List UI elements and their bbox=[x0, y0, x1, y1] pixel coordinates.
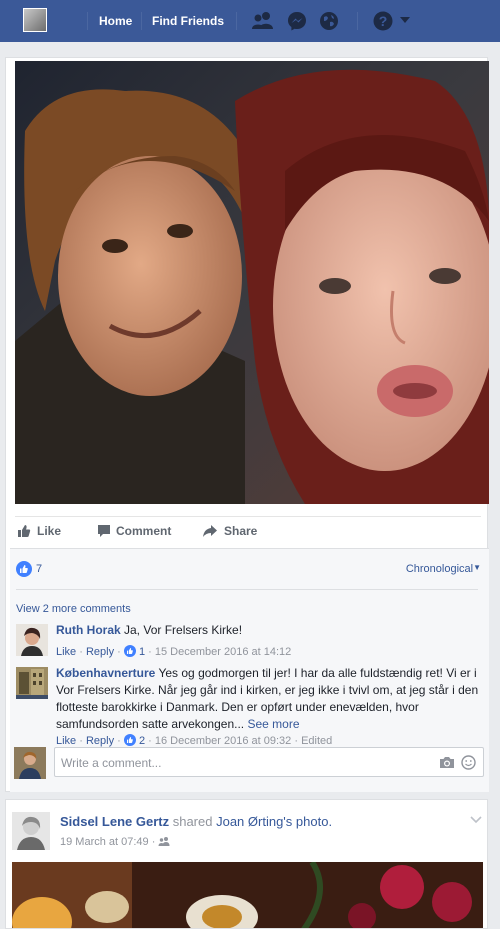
comment-body: Ruth Horak Ja, Vor Frelsers Kirke! bbox=[56, 622, 476, 639]
share-button[interactable]: Share bbox=[224, 524, 257, 538]
help-icon[interactable]: ? bbox=[372, 10, 394, 32]
post-action-bar: Like Comment Share bbox=[15, 516, 481, 547]
friend-requests-icon[interactable] bbox=[251, 10, 275, 30]
own-avatar[interactable] bbox=[14, 747, 46, 779]
news-feed: Like Comment Share 7 Chronological▼ View… bbox=[0, 42, 500, 929]
post-header: Sidsel Lene Gertz shared Joan Ørting's p… bbox=[60, 814, 332, 829]
comment-input[interactable]: Write a comment... bbox=[54, 747, 484, 777]
like-reaction-icon bbox=[16, 561, 32, 577]
svg-text:?: ? bbox=[379, 13, 388, 29]
post-meta: 19 March at 07:49 · bbox=[60, 836, 170, 848]
shared-photo-image bbox=[12, 862, 483, 928]
shared-photo[interactable] bbox=[12, 862, 483, 928]
sort-caret-icon: ▼ bbox=[473, 563, 481, 572]
comment-sort-dropdown[interactable]: Chronological▼ bbox=[406, 563, 481, 575]
comment-text: Yes og godmorgen til jer! I har da alle … bbox=[155, 666, 477, 680]
post-author[interactable]: Sidsel Lene Gertz bbox=[60, 814, 169, 829]
meta-separator: · bbox=[151, 836, 159, 848]
meta-separator: · bbox=[117, 646, 124, 658]
comment-reply-link[interactable]: Reply bbox=[86, 646, 114, 658]
photo-link[interactable]: photo. bbox=[296, 814, 332, 829]
emoji-icon[interactable] bbox=[461, 755, 476, 770]
comment-line: Vor Frelsers Kirke. Når jeg går ind i ki… bbox=[56, 683, 479, 697]
like-thumb-icon bbox=[18, 525, 31, 537]
comment-input-placeholder: Write a comment... bbox=[61, 756, 162, 770]
nav-divider bbox=[357, 12, 358, 30]
find-friends-link[interactable]: Find Friends bbox=[152, 14, 224, 28]
top-navigation-bar: Home Find Friends ? bbox=[0, 0, 500, 43]
comment-author[interactable]: Ruth Horak bbox=[56, 623, 121, 637]
view-more-comments-link[interactable]: View 2 more comments bbox=[16, 603, 131, 615]
post-timestamp[interactable]: 19 March at 07:49 bbox=[60, 836, 149, 848]
comment-text: Ja, Vor Frelsers Kirke! bbox=[120, 623, 243, 637]
like-button[interactable]: Like bbox=[37, 524, 61, 538]
comment-reaction-count[interactable]: 1 bbox=[139, 646, 145, 658]
comment-line: samfundsorden satte arvekongen... See mo… bbox=[56, 716, 484, 733]
comments-section: 7 Chronological▼ View 2 more comments Ru… bbox=[10, 548, 489, 792]
commenter-avatar[interactable] bbox=[16, 624, 48, 656]
meta-separator: · bbox=[148, 646, 155, 658]
comment-meta: Like · Reply · 1 · 15 December 2016 at 1… bbox=[56, 645, 291, 658]
feed-post: Like Comment Share 7 Chronological▼ View… bbox=[5, 57, 489, 792]
profile-avatar[interactable] bbox=[23, 8, 47, 32]
comment-body: Københavnerture Yes og godmorgen til jer… bbox=[56, 665, 484, 733]
share-arrow-icon bbox=[203, 525, 217, 537]
selfie-photo-image bbox=[15, 61, 489, 504]
nav-divider bbox=[236, 12, 237, 30]
comment-text: samfundsorden satte arvekongen... bbox=[56, 717, 245, 731]
feed-post: Sidsel Lene Gertz shared Joan Ørting's p… bbox=[5, 799, 488, 929]
original-poster-link[interactable]: Joan Ørting's bbox=[216, 814, 292, 829]
post-photo[interactable] bbox=[15, 61, 489, 504]
like-reaction-icon bbox=[123, 645, 136, 657]
comment-author[interactable]: Københavnerture bbox=[56, 666, 155, 680]
comment-like-link[interactable]: Like bbox=[56, 646, 76, 658]
comment-bubble-icon bbox=[98, 525, 110, 537]
account-menu-chevron-icon[interactable] bbox=[399, 16, 411, 24]
divider bbox=[16, 589, 478, 590]
friends-audience-icon[interactable] bbox=[158, 836, 170, 846]
comment-line: flotteste barokkirke i Danmark. Den er o… bbox=[56, 700, 419, 714]
comment-sort-label: Chronological bbox=[405, 563, 474, 575]
shared-text: shared bbox=[172, 814, 213, 829]
home-link[interactable]: Home bbox=[99, 14, 132, 28]
see-more-link[interactable]: See more bbox=[247, 717, 299, 731]
reaction-count[interactable]: 7 bbox=[36, 563, 42, 575]
comment-line: Københavnerture Yes og godmorgen til jer… bbox=[56, 665, 484, 682]
notifications-globe-icon[interactable] bbox=[318, 10, 340, 32]
messages-icon[interactable] bbox=[286, 10, 308, 32]
comment-composer: Write a comment... bbox=[14, 745, 484, 779]
meta-separator: · bbox=[79, 646, 86, 658]
comment-timestamp[interactable]: 15 December 2016 at 14:12 bbox=[155, 646, 291, 658]
nav-divider bbox=[87, 12, 88, 30]
nav-divider bbox=[141, 12, 142, 30]
camera-icon[interactable] bbox=[439, 756, 455, 769]
post-options-chevron-icon[interactable] bbox=[470, 816, 482, 824]
commenter-avatar[interactable] bbox=[16, 667, 48, 699]
author-avatar[interactable] bbox=[12, 812, 50, 850]
comment-button[interactable]: Comment bbox=[116, 524, 171, 538]
